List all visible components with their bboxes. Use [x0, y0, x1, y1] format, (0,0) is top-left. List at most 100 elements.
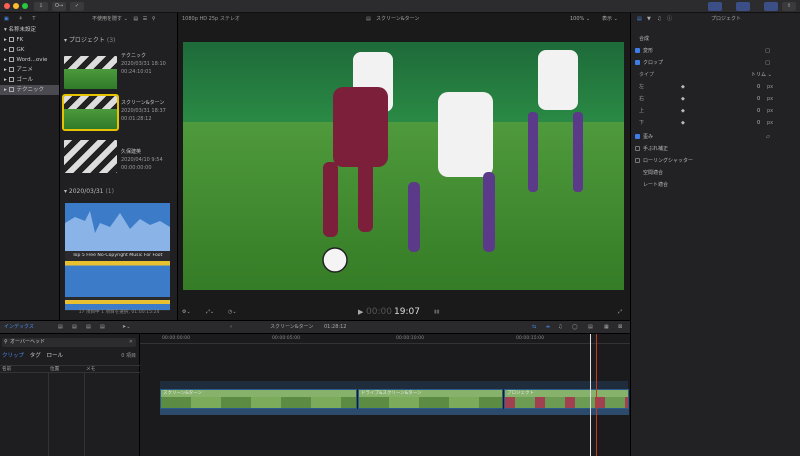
column-notes[interactable]: メモ	[86, 366, 95, 373]
stabilize-section[interactable]: 手ぶれ補正	[631, 143, 800, 155]
search-icon[interactable]: ⚲	[152, 16, 156, 22]
event-item[interactable]: ▸ FK	[0, 35, 59, 45]
library-title[interactable]: ▾ 名称未設定	[0, 25, 59, 35]
select-tool-icon[interactable]: ➤⌄	[122, 321, 130, 333]
timeline-ruler[interactable]: 00:00:00:00 00:00:05:00 00:00:10:00 00:0…	[140, 334, 630, 344]
transitions-browser-icon[interactable]: ⊠	[618, 321, 622, 333]
crop-checkbox[interactable]	[635, 60, 640, 65]
speed-icon[interactable]: ◷⌄	[228, 306, 237, 318]
tab-roles[interactable]: ロール	[47, 353, 64, 359]
media-clip[interactable]: Top 5 Free No-Copyright Music For Foot	[65, 203, 170, 311]
rolling-shutter-checkbox[interactable]	[635, 158, 640, 163]
distort-checkbox[interactable]	[635, 134, 640, 139]
background-tasks-button[interactable]: ✓	[70, 2, 84, 11]
append-clip-icon[interactable]: ▤	[86, 321, 91, 333]
connect-clip-icon[interactable]: ▤	[58, 321, 63, 333]
timeline-clip[interactable]: スクリーン&ターン	[160, 389, 357, 409]
library-toggle-button[interactable]	[708, 2, 722, 11]
column-name[interactable]: 名前	[2, 366, 11, 373]
zoom-window-button[interactable]	[22, 3, 28, 9]
keyword-button[interactable]: O→	[52, 2, 66, 11]
play-button[interactable]: ▶	[358, 306, 363, 318]
column-position[interactable]: 位置	[50, 366, 59, 373]
timeline-clip[interactable]: ドライブ&スクリーン&ターン	[358, 389, 503, 409]
skimming-icon[interactable]: ⇆	[532, 321, 536, 333]
transform-onscreen-icon[interactable]: □	[765, 45, 770, 57]
project-thumbnail[interactable]	[64, 140, 117, 173]
back-arrow-icon[interactable]: ‹	[230, 321, 232, 333]
stabilize-checkbox[interactable]	[635, 146, 640, 151]
close-window-button[interactable]	[4, 3, 10, 9]
crop-section[interactable]: クロップ □	[631, 57, 800, 69]
project-item[interactable]: テクニック 2020/03/31 18:10 00:24:10:01	[121, 52, 166, 76]
keyframe-icon[interactable]: ◆	[681, 81, 685, 93]
effects-browser-icon[interactable]: ▦	[604, 321, 609, 333]
audio-inspector-icon[interactable]: ♫	[657, 13, 661, 25]
minimize-window-button[interactable]	[13, 3, 19, 9]
snapping-icon[interactable]: ⥈	[546, 321, 550, 333]
timeline-clip[interactable]: プロジェクト	[504, 389, 629, 409]
video-inspector-icon[interactable]: ▤	[637, 13, 642, 25]
tab-clips[interactable]: クリップ	[2, 353, 24, 359]
field-value[interactable]: 0	[757, 81, 760, 93]
playhead[interactable]	[590, 334, 591, 456]
event-item-selected[interactable]: ▸ テクニック	[0, 85, 59, 95]
project-item[interactable]: 久保建英 2020/04/10 9:54 00:00:00:00	[121, 148, 163, 172]
share-button[interactable]: ⇧	[782, 2, 796, 11]
event-item[interactable]: ▸ ゴール	[0, 75, 59, 85]
distort-onscreen-icon[interactable]: ▱	[766, 131, 770, 143]
rolling-shutter-section[interactable]: ローリングシャッター	[631, 155, 800, 167]
info-icon[interactable]: ⓘ	[667, 13, 672, 25]
project-item[interactable]: スクリーン&ターン 2020/03/31 18:37 00:01:28:12	[121, 99, 166, 123]
index-search-field[interactable]: ⚲ オーバーヘッド ✕	[2, 338, 136, 347]
film-icon[interactable]: ▣	[4, 16, 9, 22]
crop-onscreen-icon[interactable]: □	[765, 57, 770, 69]
field-value[interactable]: 0	[757, 105, 760, 117]
project-thumbnail-selected[interactable]	[62, 94, 119, 131]
transform-tool-icon[interactable]: ⤢⌄	[206, 306, 214, 318]
solo-icon[interactable]: ◯	[572, 321, 578, 333]
transform-checkbox[interactable]	[635, 48, 640, 53]
timeline-toggle-button[interactable]	[736, 2, 750, 11]
overwrite-clip-icon[interactable]: ▤	[100, 321, 105, 333]
date-group-header[interactable]: ▾ 2020/03/31 (1)	[64, 188, 114, 195]
composite-section[interactable]: 合成	[631, 33, 800, 45]
rate-conform-section[interactable]: レート適合	[631, 179, 800, 191]
audio-icon[interactable]: ♫	[558, 321, 562, 333]
tab-tags[interactable]: タグ	[30, 353, 41, 359]
list-view-icon[interactable]: ☰	[143, 16, 147, 22]
event-item[interactable]: ▸ アニメ	[0, 65, 59, 75]
video-frame[interactable]	[183, 42, 624, 290]
import-button[interactable]: ⇩	[34, 2, 48, 11]
zoom-popup[interactable]: 100% ⌄	[570, 13, 590, 25]
filmstrip-view-icon[interactable]: ▤	[133, 16, 138, 22]
spatial-conform-section[interactable]: 空間適合	[631, 167, 800, 179]
keyframe-icon[interactable]: ◆	[681, 93, 685, 105]
clear-search-icon[interactable]: ✕	[129, 338, 133, 347]
insert-clip-icon[interactable]: ▤	[72, 321, 77, 333]
field-value[interactable]: 0	[757, 117, 760, 129]
fullscreen-icon[interactable]: ⤢	[618, 306, 622, 318]
view-options-icon[interactable]: ⚙⌄	[182, 306, 191, 318]
transform-section[interactable]: 変形 □	[631, 45, 800, 57]
clip-appearance-icon[interactable]: ▤	[588, 321, 593, 333]
event-item[interactable]: ▸ Word...ovie	[0, 55, 59, 65]
field-value[interactable]: 0	[757, 93, 760, 105]
project-thumbnail[interactable]	[64, 56, 117, 89]
keyframe-icon[interactable]: ◆	[681, 117, 685, 129]
projects-header[interactable]: ▾ プロジェクト (3)	[64, 35, 115, 44]
filter-icon[interactable]: ▼	[647, 13, 651, 25]
audio-track[interactable]	[160, 409, 629, 415]
titles-icon[interactable]: T	[32, 16, 35, 22]
filter-popup[interactable]: 不使用を隠す	[92, 16, 122, 22]
view-popup[interactable]: 表示 ⌄	[602, 13, 618, 25]
inspector-toggle-button[interactable]	[764, 2, 778, 11]
photos-icon[interactable]: ⚘	[18, 16, 22, 22]
event-item[interactable]: ▸ GK	[0, 45, 59, 55]
type-popup[interactable]: トリム ⌄	[751, 69, 772, 81]
composite-label: 合成	[639, 36, 650, 42]
keyframe-icon[interactable]: ◆	[681, 105, 685, 117]
index-button[interactable]: インデックス	[4, 321, 34, 333]
distort-section[interactable]: 歪み ▱	[631, 131, 800, 143]
viewer-project-title: スクリーン&ターン	[376, 16, 420, 22]
